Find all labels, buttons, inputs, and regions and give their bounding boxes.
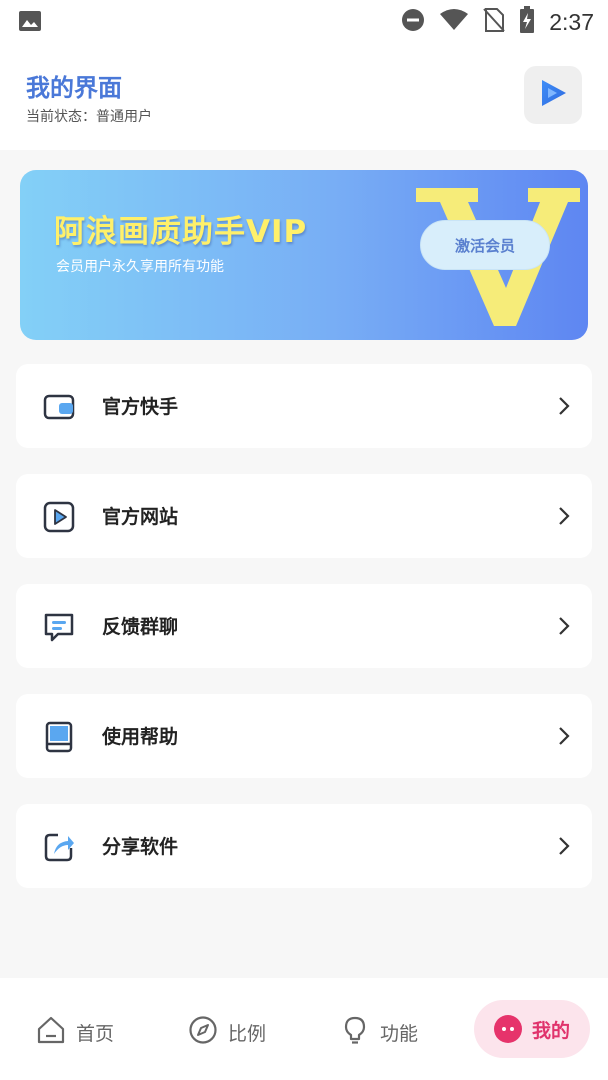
chat-icon xyxy=(42,610,76,644)
user-status: 当前状态：普通用户 xyxy=(26,109,152,125)
chevron-right-icon xyxy=(558,836,570,860)
compass-icon xyxy=(188,1015,218,1049)
vip-title: 阿浪画质助手VIP xyxy=(54,214,308,250)
no-sim-icon xyxy=(483,7,505,37)
nav-label: 首页 xyxy=(76,1022,115,1045)
home-icon xyxy=(36,1015,66,1049)
play-button[interactable] xyxy=(524,66,582,124)
chevron-right-icon xyxy=(558,506,570,530)
nav-mine[interactable]: 我的 xyxy=(474,1000,590,1058)
menu-item-feedback-group[interactable]: 反馈群聊 xyxy=(16,584,592,668)
share-icon xyxy=(42,830,76,864)
menu-item-help[interactable]: 使用帮助 xyxy=(16,694,592,778)
gallery-icon xyxy=(18,10,42,36)
menu-item-kuaishou[interactable]: 官方快手 xyxy=(16,364,592,448)
chevron-right-icon xyxy=(558,726,570,750)
vip-subtitle: 会员用户永久享用所有功能 xyxy=(56,259,224,275)
menu-item-share[interactable]: 分享软件 xyxy=(16,804,592,888)
menu-item-label: 官方快手 xyxy=(102,396,179,418)
video-play-icon xyxy=(42,500,76,534)
activate-vip-button[interactable]: 激活会员 xyxy=(420,220,550,270)
chevron-right-icon xyxy=(558,396,570,420)
nav-home[interactable]: 首页 xyxy=(36,1006,114,1058)
nav-label: 比例 xyxy=(228,1022,267,1045)
status-time: 2:37 xyxy=(549,8,594,35)
bulb-icon xyxy=(340,1015,370,1049)
bottom-nav: 首页 比例 功能 我的 xyxy=(0,978,608,1080)
nav-features[interactable]: 功能 xyxy=(340,1006,418,1058)
status-bar: 2:37 xyxy=(0,0,608,42)
dnd-icon xyxy=(401,8,425,36)
battery-charging-icon xyxy=(519,6,535,38)
profile-dot-icon xyxy=(493,1015,522,1043)
menu-item-label: 官方网站 xyxy=(102,506,179,528)
wallet-icon xyxy=(42,390,76,424)
page-title: 我的界面 xyxy=(26,74,122,102)
book-icon xyxy=(42,720,76,754)
menu-item-label: 使用帮助 xyxy=(102,726,179,748)
nav-label: 我的 xyxy=(531,1019,570,1042)
header: 我的界面 当前状态：普通用户 xyxy=(0,42,608,150)
nav-label: 功能 xyxy=(380,1022,419,1045)
play-icon xyxy=(538,78,568,112)
wifi-icon xyxy=(439,8,469,36)
nav-ratio[interactable]: 比例 xyxy=(188,1006,266,1058)
menu-item-label: 反馈群聊 xyxy=(102,616,179,638)
chevron-right-icon xyxy=(558,616,570,640)
menu-item-website[interactable]: 官方网站 xyxy=(16,474,592,558)
menu-item-label: 分享软件 xyxy=(102,836,179,858)
vip-banner[interactable]: 阿浪画质助手VIP 会员用户永久享用所有功能 激活会员 xyxy=(20,170,588,340)
